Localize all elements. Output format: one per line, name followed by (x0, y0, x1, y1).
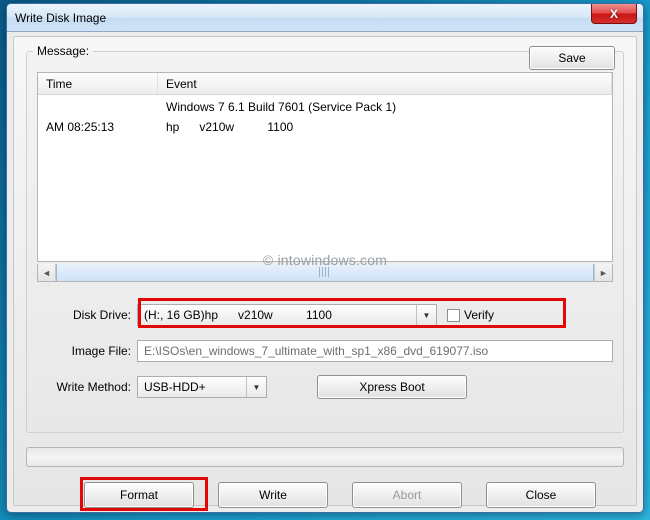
listview-header: Time Event (38, 73, 612, 95)
write-method-value: USB-HDD+ (144, 380, 206, 394)
write-method-label: Write Method: (37, 380, 137, 394)
write-method-combo[interactable]: USB-HDD+ ▼ (137, 376, 267, 398)
abort-button: Abort (352, 482, 462, 508)
disk-drive-row: Disk Drive: (H:, 16 GB)hp v210w 1100 ▼ V… (37, 302, 613, 328)
format-button-label: Format (120, 488, 158, 502)
image-file-row: Image File: E:\ISOs\en_windows_7_ultimat… (37, 338, 613, 364)
checkbox-box (447, 309, 460, 322)
disk-drive-value: (H:, 16 GB)hp v210w 1100 (144, 308, 332, 322)
close-window-button[interactable]: X (591, 4, 637, 24)
column-time[interactable]: Time (38, 73, 158, 94)
chevron-down-icon: ▼ (246, 377, 266, 397)
close-button[interactable]: Close (486, 482, 596, 508)
abort-button-label: Abort (393, 488, 422, 502)
close-icon: X (610, 7, 618, 21)
titlebar[interactable]: Write Disk Image X (7, 4, 643, 32)
cell-event: hp v210w 1100 (158, 120, 612, 134)
image-file-label: Image File: (37, 344, 137, 358)
disk-drive-label: Disk Drive: (37, 308, 137, 322)
disk-drive-combo[interactable]: (H:, 16 GB)hp v210w 1100 ▼ (137, 304, 437, 326)
write-disk-image-window: Write Disk Image X Message: Save Time Ev… (6, 3, 644, 513)
progress-bar (26, 447, 624, 467)
scroll-right-icon[interactable]: ► (594, 264, 612, 281)
xpress-boot-label: Xpress Boot (359, 380, 424, 394)
write-button-label: Write (259, 488, 287, 502)
list-item[interactable]: Windows 7 6.1 Build 7601 (Service Pack 1… (38, 97, 612, 117)
scroll-track[interactable] (56, 264, 594, 281)
bottom-button-bar: Format Write Abort Close (84, 482, 596, 510)
scroll-left-icon[interactable]: ◄ (38, 264, 56, 281)
message-listview[interactable]: Time Event Windows 7 6.1 Build 7601 (Ser… (37, 72, 613, 262)
message-label: Message: (35, 44, 91, 58)
cell-event: Windows 7 6.1 Build 7601 (Service Pack 1… (158, 100, 612, 114)
format-button[interactable]: Format (84, 482, 194, 508)
image-file-field[interactable]: E:\ISOs\en_windows_7_ultimate_with_sp1_x… (137, 340, 613, 362)
chevron-down-icon: ▼ (416, 305, 436, 325)
save-button-label: Save (558, 51, 585, 65)
image-file-value: E:\ISOs\en_windows_7_ultimate_with_sp1_x… (144, 344, 488, 358)
message-group: Message: Save Time Event Windows 7 6.1 B… (26, 51, 624, 433)
horizontal-scrollbar[interactable]: ◄ ► (37, 264, 613, 282)
listview-body: Windows 7 6.1 Build 7601 (Service Pack 1… (38, 95, 612, 261)
xpress-boot-button[interactable]: Xpress Boot (317, 375, 467, 399)
verify-label: Verify (464, 308, 494, 322)
verify-checkbox[interactable]: Verify (447, 308, 494, 322)
window-title: Write Disk Image (15, 11, 106, 25)
list-item[interactable]: AM 08:25:13 hp v210w 1100 (38, 117, 612, 137)
write-button[interactable]: Write (218, 482, 328, 508)
close-button-label: Close (526, 488, 557, 502)
client-area: Message: Save Time Event Windows 7 6.1 B… (13, 36, 637, 506)
cell-time: AM 08:25:13 (38, 120, 158, 134)
save-button[interactable]: Save (529, 46, 615, 70)
write-method-row: Write Method: USB-HDD+ ▼ Xpress Boot (37, 374, 613, 400)
column-event[interactable]: Event (158, 73, 612, 94)
scroll-thumb[interactable] (56, 264, 594, 281)
